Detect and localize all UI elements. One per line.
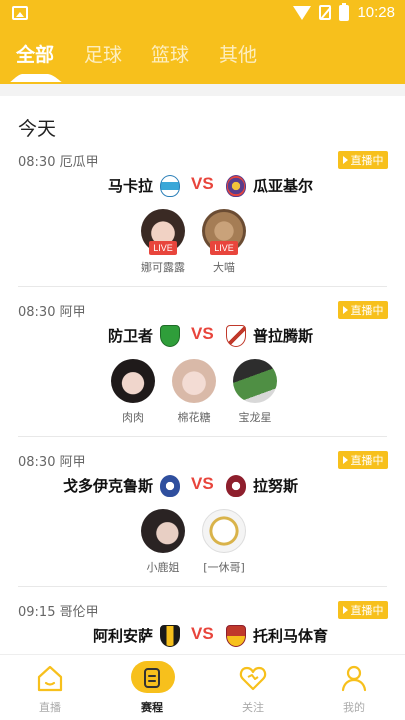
tab-basketball[interactable]: 篮球 — [151, 40, 189, 67]
vs-label: VS — [191, 624, 214, 643]
match-time-league: 08:30 阿甲 — [18, 455, 86, 470]
tab-all[interactable]: 全部 — [16, 40, 54, 67]
streamer-item[interactable]: LIVE 娜可露露 — [133, 209, 193, 275]
play-icon — [342, 306, 348, 314]
live-badge: LIVE — [210, 241, 238, 255]
image-notification-icon — [12, 6, 28, 20]
streamer-avatar[interactable] — [172, 359, 216, 403]
status-icons: 10:28 — [293, 2, 395, 21]
away-team-crest-icon — [226, 175, 246, 197]
streamer-list: 肉肉 棉花糖 宝龙星 — [0, 359, 405, 429]
category-tabs: 全部 足球 篮球 其他 — [0, 36, 405, 76]
status-bar: 10:28 — [0, 0, 405, 28]
streamer-name: 肉肉 — [122, 411, 144, 424]
tab-other[interactable]: 其他 — [219, 40, 257, 67]
live-status-label: 直播中 — [350, 604, 384, 617]
streamer-name: [一休哥] — [203, 561, 245, 574]
play-icon — [342, 606, 348, 614]
match-time-league: 08:30 厄瓜甲 — [18, 155, 99, 170]
streamer-name: 小鹿姐 — [146, 561, 180, 574]
live-badge: LIVE — [149, 241, 177, 255]
tab-football[interactable]: 足球 — [84, 40, 122, 67]
no-sim-icon — [319, 5, 332, 20]
status-time: 10:28 — [357, 4, 395, 21]
active-tab-indicator — [10, 74, 62, 82]
home-team-name: 马卡拉 — [107, 177, 153, 195]
streamer-name: 棉花糖 — [177, 411, 211, 424]
streamer-name: 大喵 — [213, 261, 235, 274]
home-team-crest-icon — [160, 325, 180, 347]
divider — [18, 586, 387, 587]
away-team-name: 拉努斯 — [253, 477, 299, 495]
home-team-crest-icon — [160, 625, 180, 647]
divider — [18, 286, 387, 287]
battery-icon — [339, 2, 350, 21]
section-title: 今天 — [18, 118, 57, 140]
streamer-item[interactable]: 肉肉 — [103, 359, 163, 425]
streamer-avatar[interactable]: LIVE — [141, 209, 185, 255]
away-team-name: 托利马体育 — [253, 627, 329, 645]
away-team-crest-icon — [226, 325, 246, 347]
nav-item-schedule[interactable]: 赛程 — [122, 661, 182, 715]
live-status-label: 直播中 — [350, 304, 384, 317]
streamer-item[interactable]: 小鹿姐 — [133, 509, 193, 575]
nav-item-me[interactable]: 我的 — [324, 663, 384, 715]
vs-label: VS — [191, 174, 214, 193]
schedule-icon[interactable] — [131, 661, 175, 693]
streamer-item[interactable]: 宝龙星 — [225, 359, 285, 425]
nav-item-live[interactable]: 直播 — [20, 663, 80, 715]
streamer-name: 娜可露露 — [141, 261, 185, 274]
streamer-list: LIVE 娜可露露 LIVE 大喵 — [0, 209, 405, 279]
home-team-crest-icon — [160, 475, 180, 497]
match-time-league: 08:30 阿甲 — [18, 305, 86, 320]
nav-label: 赛程 — [141, 701, 163, 714]
home-icon[interactable] — [35, 663, 65, 693]
streamer-avatar[interactable] — [233, 359, 277, 403]
live-status-tag: 直播中 — [338, 451, 388, 469]
streamer-item[interactable]: LIVE 大喵 — [194, 209, 254, 275]
match-teams: 阿利安萨 VS 托利马体育 — [0, 623, 405, 651]
away-team-name: 瓜亚基尔 — [253, 177, 314, 195]
live-status-tag: 直播中 — [338, 151, 388, 169]
nav-item-follow[interactable]: 关注 — [223, 663, 283, 715]
streamer-name: 宝龙星 — [238, 411, 272, 424]
streamer-avatar[interactable] — [202, 509, 246, 553]
live-status-label: 直播中 — [350, 154, 384, 167]
live-status-label: 直播中 — [350, 454, 384, 467]
nav-label: 我的 — [343, 701, 365, 714]
streamer-list: 小鹿姐 [一休哥] — [0, 509, 405, 579]
home-team-name: 阿利安萨 — [92, 627, 153, 645]
match-teams: 防卫者 VS 普拉腾斯 — [0, 323, 405, 351]
away-team-crest-icon — [226, 625, 246, 647]
divider — [18, 436, 387, 437]
home-team-name: 戈多伊克鲁斯 — [62, 477, 153, 495]
live-status-tag: 直播中 — [338, 601, 388, 619]
live-status-tag: 直播中 — [338, 301, 388, 319]
section-separator — [0, 84, 405, 96]
person-icon[interactable] — [339, 663, 369, 693]
vs-label: VS — [191, 324, 214, 343]
streamer-avatar[interactable] — [141, 509, 185, 553]
streamer-avatar[interactable]: LIVE — [202, 209, 246, 255]
home-team-crest-icon — [160, 175, 180, 197]
play-icon — [342, 156, 348, 164]
nav-label: 直播 — [39, 701, 61, 714]
heart-icon[interactable] — [238, 663, 268, 693]
streamer-item[interactable]: 棉花糖 — [164, 359, 224, 425]
streamer-avatar[interactable] — [111, 359, 155, 403]
match-time-league: 09:15 哥伦甲 — [18, 605, 99, 620]
nav-label: 关注 — [242, 701, 264, 714]
match-teams: 戈多伊克鲁斯 VS 拉努斯 — [0, 473, 405, 501]
home-team-name: 防卫者 — [107, 327, 153, 345]
away-team-name: 普拉腾斯 — [253, 327, 314, 345]
match-teams: 马卡拉 VS 瓜亚基尔 — [0, 173, 405, 201]
streamer-item[interactable]: [一休哥] — [194, 509, 254, 575]
wifi-icon — [293, 5, 312, 20]
vs-label: VS — [191, 474, 214, 493]
play-icon — [342, 456, 348, 464]
away-team-crest-icon — [226, 475, 246, 497]
bottom-navigation: 直播 赛程 关注 我的 — [0, 654, 405, 720]
